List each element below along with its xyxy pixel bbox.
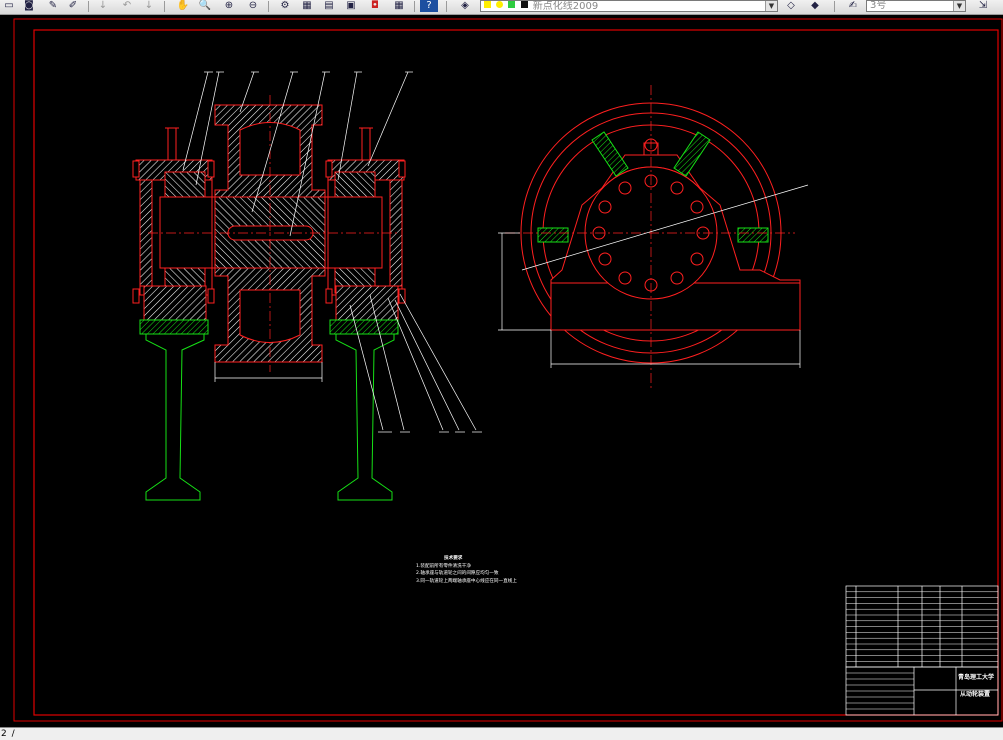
bolt-hole bbox=[670, 271, 684, 285]
markup-icon[interactable]: ◘ bbox=[366, 0, 384, 12]
design-center-icon[interactable]: ▦ bbox=[298, 0, 316, 12]
right-rail bbox=[335, 333, 395, 501]
bolt-hole bbox=[690, 200, 704, 214]
outer-frame bbox=[13, 18, 1003, 722]
redo-icon[interactable]: ↶ bbox=[118, 0, 136, 12]
text-style-icon[interactable]: ✍ bbox=[844, 0, 862, 12]
status-text: 2 bbox=[1, 729, 7, 739]
notes-line: 1.装配前所有零件清洗干净 bbox=[416, 563, 471, 569]
bolt-hole bbox=[670, 181, 684, 195]
left-rail bbox=[145, 333, 205, 501]
bolt bbox=[325, 160, 333, 178]
status-divider-icon: / bbox=[11, 729, 15, 739]
text-style-combo[interactable]: 3号 ▼ bbox=[866, 0, 966, 12]
open-file-icon[interactable]: ▭ bbox=[0, 0, 18, 12]
bolt-hole bbox=[618, 271, 632, 285]
left-rail-pad bbox=[139, 319, 209, 335]
status-bar: 2 / bbox=[0, 727, 1003, 740]
lock-icon bbox=[508, 1, 516, 8]
arrow-down-icon[interactable]: ↓ bbox=[140, 0, 158, 12]
spoke-hatch-upper-right bbox=[673, 131, 711, 177]
layer-combo[interactable]: 新点化线2009 ▼ bbox=[480, 0, 778, 12]
technical-notes: 技术要求 1.装配前所有零件清洗干净 2.轴承座与轨道轮之间的间隙应均匀一致 3… bbox=[416, 555, 576, 585]
make-layer-current-icon[interactable]: ◇ bbox=[782, 0, 800, 12]
left-bearing-top bbox=[164, 171, 206, 198]
help-icon[interactable]: ? bbox=[420, 0, 438, 12]
layer-combo-value: 新点化线2009 bbox=[532, 1, 599, 12]
university-name: 青岛理工大学 bbox=[958, 674, 995, 681]
sheet-set-icon[interactable]: ▣ bbox=[342, 0, 360, 12]
dimension-style-icon[interactable]: ⇲ bbox=[974, 0, 992, 12]
left-housing-wall bbox=[139, 177, 153, 287]
toolbar-separator bbox=[88, 1, 89, 12]
spoke-hatch-right bbox=[737, 227, 769, 243]
drawing-canvas[interactable] bbox=[0, 15, 1003, 727]
leader-line bbox=[182, 71, 209, 171]
bolt bbox=[132, 288, 140, 304]
toolbar-separator bbox=[268, 1, 269, 12]
right-rail-pad bbox=[329, 319, 399, 335]
right-housing-wall bbox=[389, 177, 403, 287]
calculator-icon[interactable]: ▦ bbox=[390, 0, 408, 12]
right-oil-cup bbox=[361, 127, 371, 161]
toolbar-separator bbox=[834, 1, 835, 12]
right-bearing-top bbox=[334, 171, 376, 198]
toolbar-separator bbox=[446, 1, 447, 12]
sun-icon bbox=[496, 1, 504, 8]
bulb-on-icon bbox=[484, 1, 491, 8]
wheel-width-dimension bbox=[214, 362, 323, 382]
bolt-hole bbox=[618, 181, 632, 195]
inner-frame bbox=[33, 29, 999, 716]
leader-line bbox=[399, 293, 477, 431]
pan-icon[interactable]: ✋ bbox=[174, 0, 192, 12]
pencil-icon[interactable]: ✎ bbox=[44, 0, 62, 12]
leader-line bbox=[387, 297, 444, 431]
bolt bbox=[132, 160, 140, 178]
undo-icon[interactable]: ↓ bbox=[94, 0, 112, 12]
chevron-down-icon[interactable]: ▼ bbox=[953, 1, 965, 11]
text-style-combo-value: 3号 bbox=[870, 0, 887, 11]
tool-palette-icon[interactable]: ▤ bbox=[320, 0, 338, 12]
layer-previous-icon[interactable]: ◆ bbox=[806, 0, 824, 12]
spoke-hatch-left bbox=[537, 227, 569, 243]
bolt bbox=[398, 160, 406, 178]
zoom-previous-icon[interactable]: ⊖ bbox=[244, 0, 262, 12]
toolbar: ▭ ◙ ✎ ✐ ↓ ↶ ↓ ✋ 🔍 ⊕ ⊖ ⚙ ▦ ▤ ▣ ◘ ▦ ? ◈ 新点… bbox=[0, 0, 1003, 15]
notes-line: 2.轴承座与轨道轮之间的间隙应均匀一致 bbox=[416, 571, 499, 576]
drawing-name: 从动轮装置 bbox=[960, 691, 991, 698]
save-icon[interactable]: ◙ bbox=[20, 0, 38, 12]
spoke-hatch-upper-left bbox=[591, 131, 629, 177]
zoom-window-icon[interactable]: ⊕ bbox=[220, 0, 238, 12]
properties-icon[interactable]: ⚙ bbox=[276, 0, 294, 12]
zoom-realtime-icon[interactable]: 🔍 bbox=[196, 0, 214, 12]
brush-icon[interactable]: ✐ bbox=[64, 0, 82, 12]
left-oil-cup bbox=[167, 127, 177, 161]
layer-manager-icon[interactable]: ◈ bbox=[456, 0, 474, 12]
bolt bbox=[207, 160, 215, 178]
bolt bbox=[325, 288, 333, 304]
chevron-down-icon[interactable]: ▼ bbox=[765, 1, 777, 11]
bolt-hole bbox=[690, 252, 704, 266]
leader-line bbox=[394, 299, 460, 431]
notes-title: 技术要求 bbox=[444, 556, 463, 561]
leader-line bbox=[367, 71, 409, 167]
bolt-hole bbox=[598, 252, 612, 266]
toolbar-separator bbox=[414, 1, 415, 12]
bolt bbox=[207, 288, 215, 304]
notes-line: 3.同一轨道轮上两端轴承座中心线应在同一直线上 bbox=[416, 578, 517, 584]
layer-color-icon bbox=[520, 1, 528, 8]
toolbar-separator bbox=[164, 1, 165, 12]
title-block-rows bbox=[846, 672, 914, 710]
bolt-hole bbox=[598, 200, 612, 214]
